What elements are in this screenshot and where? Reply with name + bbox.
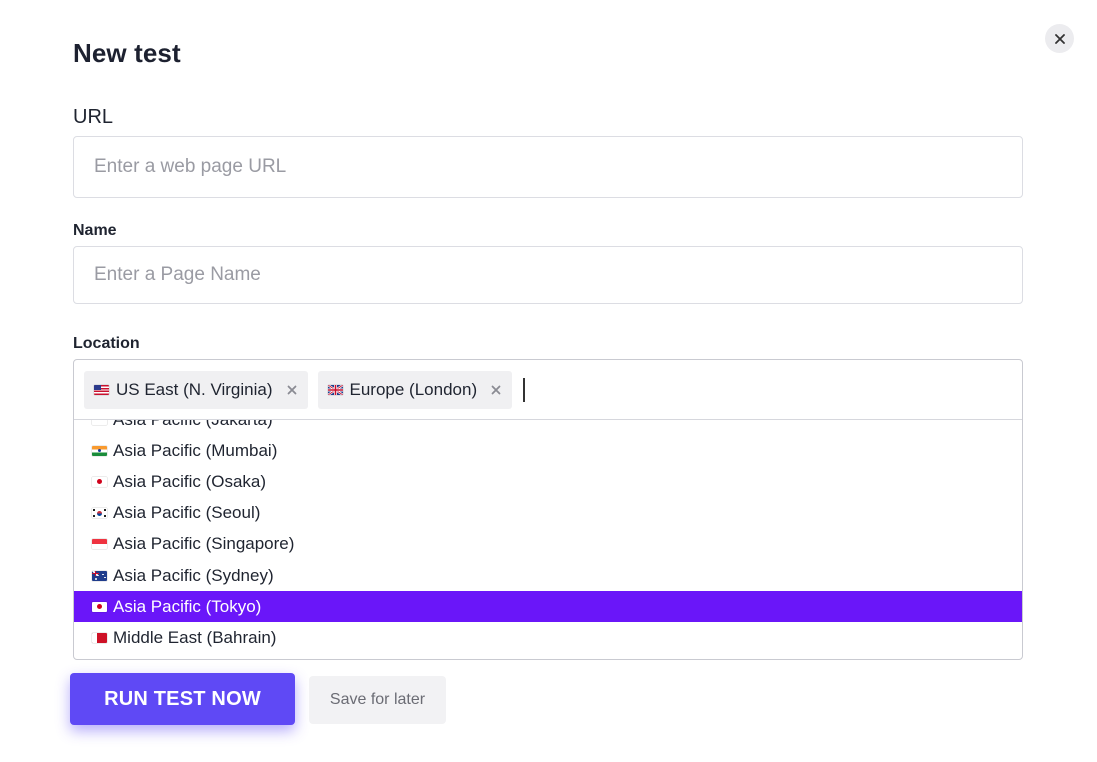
save-for-later-button[interactable]: Save for later xyxy=(309,676,446,724)
location-option[interactable]: Asia Pacific (Sydney) xyxy=(74,560,1022,591)
jp-flag-icon xyxy=(92,601,107,612)
new-test-modal: New test URL Name Location US East (N. V… xyxy=(0,0,1097,762)
location-label: Location xyxy=(73,335,140,352)
location-options-list[interactable]: Asia Pacific (Jakarta) Asia Pacific (Mumb… xyxy=(74,420,1022,654)
location-option[interactable]: Asia Pacific (Osaka) xyxy=(74,466,1022,497)
bh-flag-icon xyxy=(92,632,107,643)
location-dropdown[interactable]: Asia Pacific (Jakarta) Asia Pacific (Mumb… xyxy=(74,420,1022,659)
location-chip: Europe (London) xyxy=(317,370,513,409)
location-option-label: Middle East (Bahrain) xyxy=(113,627,277,647)
in-flag-icon xyxy=(92,445,107,456)
remove-chip-icon[interactable] xyxy=(285,383,299,397)
location-option-label: Asia Pacific (Mumbai) xyxy=(113,440,278,460)
location-option[interactable]: Middle East (Bahrain) xyxy=(74,622,1022,653)
us-flag-icon xyxy=(94,384,109,395)
location-option[interactable]: Asia Pacific (Seoul) xyxy=(74,498,1022,529)
location-select[interactable]: US East (N. Virginia) Europe (London) Asi… xyxy=(73,359,1023,660)
url-label: URL xyxy=(73,106,114,128)
location-option-label: Asia Pacific (Osaka) xyxy=(113,471,267,491)
text-cursor xyxy=(523,377,526,402)
url-input[interactable] xyxy=(73,136,1023,198)
remove-chip-icon[interactable] xyxy=(489,383,503,397)
au-flag-icon xyxy=(92,570,107,581)
location-option-label: Asia Pacific (Singapore) xyxy=(113,534,295,554)
sg-flag-icon xyxy=(92,539,107,550)
modal-title: New test xyxy=(73,38,181,68)
run-test-button[interactable]: RUN TEST NOW xyxy=(70,673,295,725)
selected-locations[interactable]: US East (N. Virginia) Europe (London) xyxy=(74,360,1022,420)
location-option-label: Asia Pacific (Sydney) xyxy=(113,565,274,585)
location-chip: US East (N. Virginia) xyxy=(84,370,308,409)
jp-flag-icon xyxy=(92,476,107,487)
name-label: Name xyxy=(73,222,117,239)
location-option-label: Asia Pacific (Seoul) xyxy=(113,503,261,523)
close-button[interactable] xyxy=(1045,24,1074,53)
location-option[interactable]: Asia Pacific (Tokyo) xyxy=(74,591,1022,623)
location-chip-label: Europe (London) xyxy=(349,379,478,399)
location-chip-label: US East (N. Virginia) xyxy=(116,379,273,399)
id-flag-icon xyxy=(92,420,107,425)
location-option-label: Asia Pacific (Tokyo) xyxy=(113,596,262,616)
location-option[interactable]: Asia Pacific (Jakarta) xyxy=(74,420,1022,435)
gb-flag-icon xyxy=(327,384,343,395)
name-input[interactable] xyxy=(73,246,1023,304)
location-option[interactable]: Asia Pacific (Singapore) xyxy=(74,529,1022,560)
kr-flag-icon xyxy=(92,508,107,519)
location-option[interactable]: Asia Pacific (Mumbai) xyxy=(74,435,1022,466)
close-icon xyxy=(1054,33,1065,44)
location-option-label: Asia Pacific (Jakarta) xyxy=(113,420,273,430)
